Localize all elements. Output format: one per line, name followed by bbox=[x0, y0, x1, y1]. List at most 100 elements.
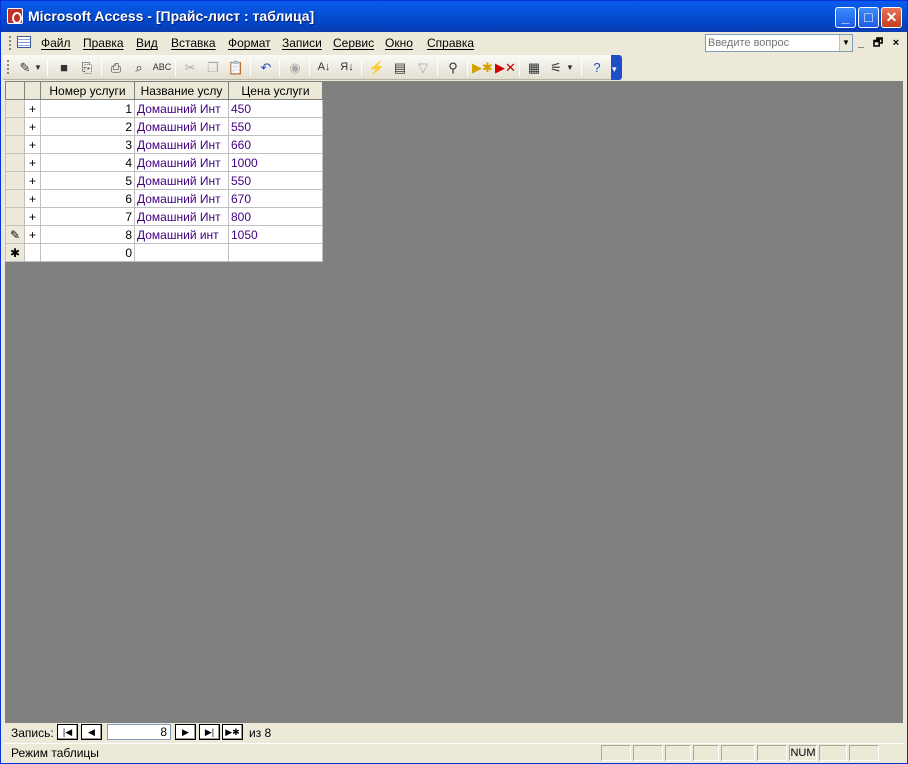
menu-records[interactable]: Записи bbox=[282, 36, 322, 50]
expand-icon[interactable]: + bbox=[24, 135, 41, 154]
minimize-button[interactable]: _ bbox=[835, 7, 856, 28]
cell-number[interactable]: 4 bbox=[40, 153, 135, 172]
sort-desc-icon[interactable]: Я↓ bbox=[337, 58, 357, 77]
cell-number[interactable]: 0 bbox=[40, 243, 135, 262]
menu-insert[interactable]: Вставка bbox=[171, 36, 216, 50]
cell-price[interactable]: 1050 bbox=[228, 225, 323, 244]
ask-question-input[interactable] bbox=[706, 35, 840, 51]
sort-asc-icon[interactable]: A↓ bbox=[314, 58, 334, 77]
menu-edit[interactable]: Правка bbox=[83, 36, 124, 50]
new-record-button[interactable]: ▶✱ bbox=[222, 724, 243, 740]
row-selector[interactable] bbox=[5, 99, 25, 118]
cell-number[interactable]: 2 bbox=[40, 117, 135, 136]
first-record-button[interactable]: |◀ bbox=[57, 724, 78, 740]
expand-icon[interactable]: + bbox=[24, 225, 41, 244]
cell-number[interactable]: 5 bbox=[40, 171, 135, 190]
menu-format[interactable]: Формат bbox=[228, 36, 271, 50]
cell-number[interactable]: 3 bbox=[40, 135, 135, 154]
cell-price[interactable]: 660 bbox=[228, 135, 323, 154]
cell-number[interactable]: 8 bbox=[40, 225, 135, 244]
menu-window[interactable]: Окно bbox=[385, 36, 413, 50]
cell-price[interactable]: 550 bbox=[228, 117, 323, 136]
cell-name[interactable]: Домашний инт bbox=[134, 225, 229, 244]
search-file-icon[interactable]: ⎘ bbox=[77, 58, 97, 77]
cell-name[interactable]: Домашний Инт bbox=[134, 171, 229, 190]
new-record-icon[interactable]: ▶✱ bbox=[472, 58, 493, 77]
print-icon[interactable]: ⎙ bbox=[106, 58, 126, 77]
cell-number[interactable]: 7 bbox=[40, 207, 135, 226]
doc-minimize-icon[interactable]: _ bbox=[854, 36, 868, 50]
undo-icon[interactable]: ↶ bbox=[256, 58, 276, 77]
cell-price[interactable]: 450 bbox=[228, 99, 323, 118]
cell-price[interactable] bbox=[228, 243, 323, 262]
record-number-field[interactable]: 8 bbox=[107, 724, 171, 740]
expand-icon[interactable]: + bbox=[24, 171, 41, 190]
expand-icon[interactable]: + bbox=[24, 207, 41, 226]
cell-price[interactable]: 1000 bbox=[228, 153, 323, 172]
row-selector[interactable] bbox=[5, 171, 25, 190]
expand-icon[interactable]: + bbox=[24, 117, 41, 136]
toolbar-options-icon[interactable] bbox=[611, 55, 622, 80]
cell-name[interactable]: Домашний Инт bbox=[134, 117, 229, 136]
apply-filter-icon[interactable]: ▽ bbox=[413, 58, 433, 77]
menu-view[interactable]: Вид bbox=[136, 36, 158, 50]
new-record-icon[interactable]: ✱ bbox=[5, 243, 25, 262]
cell-name[interactable]: Домашний Инт bbox=[134, 189, 229, 208]
table-doc-icon[interactable] bbox=[17, 36, 31, 48]
properties-icon[interactable]: ▦ bbox=[524, 58, 544, 77]
column-header-price[interactable]: Цена услуги bbox=[228, 81, 323, 100]
print-preview-icon[interactable]: ⌕ bbox=[129, 58, 149, 77]
last-record-button[interactable]: ▶| bbox=[199, 724, 220, 740]
delete-record-icon[interactable]: ▶✕ bbox=[495, 58, 516, 77]
menu-tools[interactable]: Сервис bbox=[333, 36, 374, 50]
cell-price[interactable]: 670 bbox=[228, 189, 323, 208]
menu-help[interactable]: Справка bbox=[427, 36, 474, 50]
doc-restore-icon[interactable]: 🗗 bbox=[871, 36, 885, 50]
spelling-icon[interactable]: ABC bbox=[152, 58, 172, 77]
title-bar[interactable]: Microsoft Access - [Прайс-лист : таблица… bbox=[1, 1, 907, 32]
column-header-name[interactable]: Название услу bbox=[134, 81, 229, 100]
cell-price[interactable]: 800 bbox=[228, 207, 323, 226]
menu-file[interactable]: Файл bbox=[41, 36, 71, 50]
hyperlink-icon[interactable]: ◉ bbox=[285, 58, 305, 77]
row-selector-editing-icon[interactable]: ✎ bbox=[5, 225, 25, 244]
cell-name[interactable]: Домашний Инт bbox=[134, 153, 229, 172]
ask-dropdown-icon[interactable]: ▼ bbox=[839, 35, 852, 51]
new-object-dropdown-icon[interactable]: ▼ bbox=[565, 58, 575, 77]
save-icon[interactable]: ■ bbox=[54, 58, 74, 77]
column-header-number[interactable]: Номер услуги bbox=[40, 81, 135, 100]
next-record-button[interactable]: ▶ bbox=[175, 724, 196, 740]
menu-grip-icon[interactable] bbox=[9, 36, 12, 50]
paste-icon[interactable]: 📋 bbox=[226, 58, 246, 77]
doc-close-icon[interactable]: × bbox=[889, 36, 903, 50]
cell-number[interactable]: 6 bbox=[40, 189, 135, 208]
row-selector[interactable] bbox=[5, 189, 25, 208]
expand-icon[interactable]: + bbox=[24, 189, 41, 208]
expand-icon[interactable]: + bbox=[24, 99, 41, 118]
row-selector[interactable] bbox=[5, 207, 25, 226]
cell-name[interactable]: Домашний Инт bbox=[134, 99, 229, 118]
help-icon[interactable]: ? bbox=[587, 58, 607, 77]
cell-name[interactable]: Домашний Инт bbox=[134, 207, 229, 226]
row-selector[interactable] bbox=[5, 135, 25, 154]
find-icon[interactable]: ⚲ bbox=[443, 58, 463, 77]
cut-icon[interactable]: ✂ bbox=[180, 58, 200, 77]
cell-number[interactable]: 1 bbox=[40, 99, 135, 118]
access-app-icon[interactable] bbox=[7, 8, 23, 24]
prev-record-button[interactable]: ◀ bbox=[81, 724, 102, 740]
cell-name[interactable] bbox=[134, 243, 229, 262]
new-object-icon[interactable]: ⚟ bbox=[546, 58, 566, 77]
expand-icon[interactable]: + bbox=[24, 153, 41, 172]
cell-name[interactable]: Домашний Инт bbox=[134, 135, 229, 154]
row-selector[interactable] bbox=[5, 153, 25, 172]
copy-icon[interactable]: ❐ bbox=[203, 58, 223, 77]
filter-by-selection-icon[interactable]: ⚡ bbox=[367, 58, 387, 77]
toolbar-grip-icon[interactable] bbox=[7, 60, 10, 74]
filter-by-form-icon[interactable]: ▤ bbox=[390, 58, 410, 77]
maximize-button[interactable]: □ bbox=[858, 7, 879, 28]
select-all-cell[interactable] bbox=[5, 81, 25, 100]
view-dropdown-icon[interactable]: ▼ bbox=[33, 58, 43, 77]
row-selector[interactable] bbox=[5, 117, 25, 136]
cell-price[interactable]: 550 bbox=[228, 171, 323, 190]
close-button[interactable]: ✕ bbox=[881, 7, 902, 28]
